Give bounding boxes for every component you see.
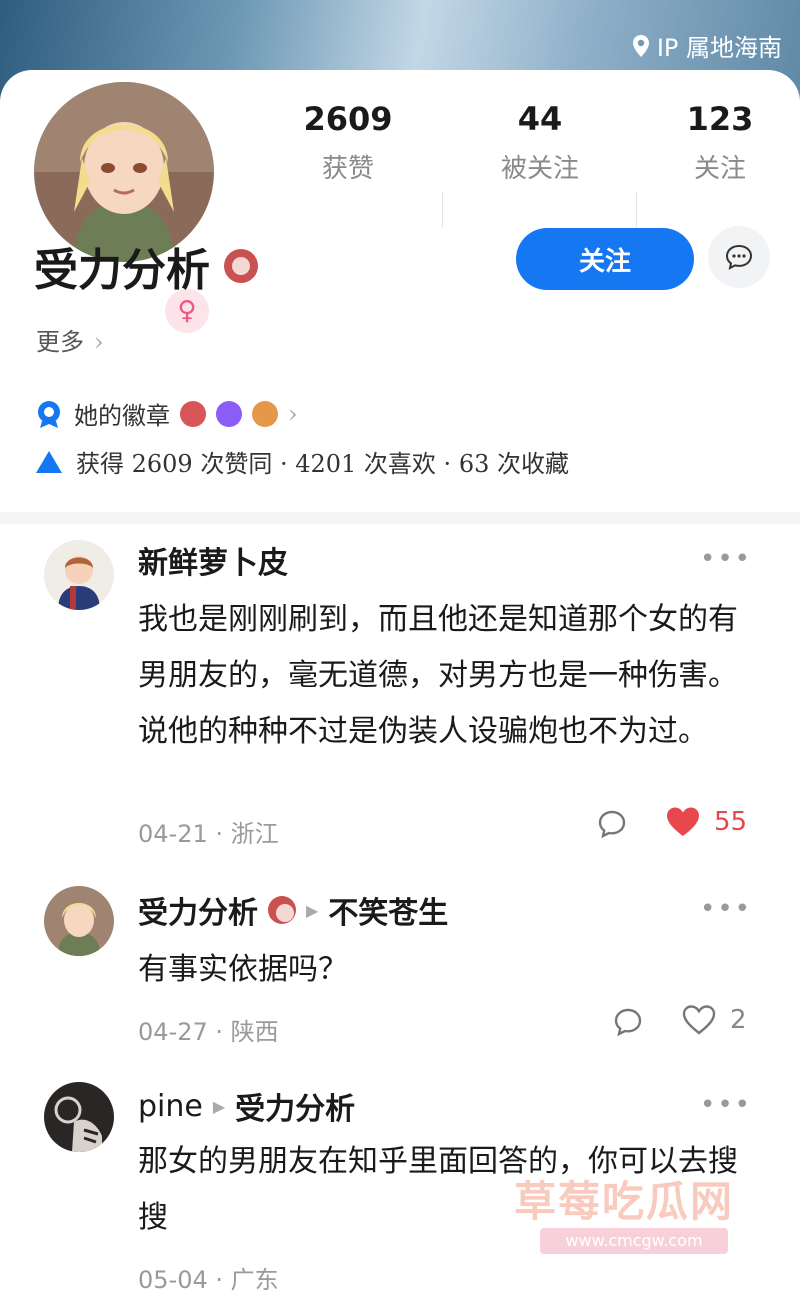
profile-name-text: 受力分析 — [34, 245, 210, 296]
upvote-triangle-icon — [36, 450, 62, 473]
ip-location-text: IP 属地海南 — [656, 34, 782, 62]
more-label: 更多 — [36, 328, 84, 356]
comment-icon — [614, 1008, 642, 1037]
stat-following[interactable]: 123 关注 — [640, 100, 800, 185]
profile-card: ♀ 2609 获赞 44 被关注 123 关注 受力分析 关注 更多 › 她的徽章 — [0, 70, 800, 530]
comment-author[interactable]: 新鲜萝卜皮 — [138, 538, 288, 582]
chevron-right-icon: › — [288, 399, 298, 428]
more-options-icon[interactable]: ••• — [700, 894, 752, 924]
watermark-url: www.cmcgw.com — [540, 1228, 728, 1254]
agree-stats: 获得 2609 次赞同 · 4201 次喜欢 · 63 次收藏 — [34, 444, 569, 479]
badges-row[interactable]: 她的徽章 › — [34, 396, 298, 431]
comment-avatar[interactable] — [44, 540, 114, 610]
comment-meta: 05-04 · 广东 — [138, 1266, 279, 1294]
comment-meta: 04-21 · 浙江 — [138, 820, 279, 848]
stat-followers[interactable]: 44 被关注 — [460, 100, 620, 185]
badge-pen-icon — [216, 400, 242, 427]
stat-following-label: 关注 — [693, 154, 746, 184]
ip-location: IP 属地海南 — [631, 28, 782, 63]
comment-avatar[interactable] — [44, 1082, 114, 1152]
message-button[interactable] — [708, 226, 770, 288]
more-link[interactable]: 更多 › — [36, 322, 104, 357]
heart-outline-icon — [682, 1005, 716, 1035]
stat-likes-count: 2609 — [303, 100, 393, 138]
comment-date: 04-21 — [138, 820, 208, 848]
comment-author[interactable]: 受力分析 — [138, 888, 258, 932]
comment-location: 广东 — [230, 1266, 279, 1294]
verified-badge-icon — [224, 249, 258, 283]
badges-label: 她的徽章 — [74, 402, 170, 430]
chat-bubble-icon — [725, 244, 753, 270]
profile-name: 受力分析 — [34, 234, 258, 298]
comment-header: pine ▶ 受力分析 — [138, 1084, 355, 1128]
like-count: 2 — [730, 1005, 747, 1035]
more-options-icon[interactable]: ••• — [700, 1090, 752, 1120]
badge-like-icon — [180, 400, 206, 427]
comment-reply-to[interactable]: 受力分析 — [235, 1084, 355, 1128]
stat-divider — [442, 192, 443, 228]
location-pin-icon — [632, 34, 649, 57]
stat-likes[interactable]: 2609 获赞 — [268, 100, 428, 185]
comment-location: 浙江 — [230, 820, 279, 848]
heart-filled-icon — [667, 807, 699, 836]
reply-button[interactable] — [596, 808, 628, 840]
comment-location: 陕西 — [230, 1018, 279, 1046]
like-button[interactable]: 55 — [666, 806, 747, 838]
reply-button[interactable] — [612, 1006, 644, 1038]
stat-divider — [636, 192, 637, 228]
reply-arrow-icon: ▶ — [212, 1096, 226, 1116]
badge-person-icon — [252, 400, 278, 427]
stat-followers-count: 44 — [517, 100, 563, 138]
comment-avatar[interactable] — [44, 886, 114, 956]
award-icon — [38, 400, 60, 428]
comment-text: 有事实依据吗？ — [138, 952, 348, 987]
more-options-icon[interactable]: ••• — [700, 544, 752, 574]
chevron-right-icon: › — [94, 328, 104, 356]
comment-date: 05-04 — [138, 1266, 208, 1294]
comment-header: 新鲜萝卜皮 — [138, 538, 288, 582]
comment-icon — [598, 810, 626, 839]
stat-followers-label: 被关注 — [500, 154, 579, 184]
comment-header: 受力分析 ▶ 不笑苍生 — [138, 888, 448, 932]
comment-text: 我也是刚刚刷到，而且他还是知道那个女的有男朋友的，毫无道德，对男方也是一种伤害。… — [138, 602, 738, 749]
reply-arrow-icon: ▶ — [306, 900, 319, 920]
comment-date: 04-27 — [138, 1018, 208, 1046]
follow-button[interactable]: 关注 — [516, 228, 694, 290]
stat-following-count: 123 — [686, 100, 754, 138]
watermark-text: 草莓吃瓜网 — [514, 1177, 735, 1226]
like-button[interactable]: 2 — [682, 1004, 747, 1036]
stat-likes-label: 获赞 — [321, 154, 374, 184]
verified-badge-icon — [268, 896, 296, 924]
like-count: 55 — [714, 807, 748, 837]
comment-author[interactable]: pine — [138, 1089, 203, 1124]
section-divider — [0, 512, 800, 524]
comment-meta: 04-27 · 陕西 — [138, 1018, 279, 1046]
agree-stats-text: 获得 2609 次赞同 · 4201 次喜欢 · 63 次收藏 — [76, 450, 569, 478]
comment-reply-to[interactable]: 不笑苍生 — [328, 888, 448, 932]
